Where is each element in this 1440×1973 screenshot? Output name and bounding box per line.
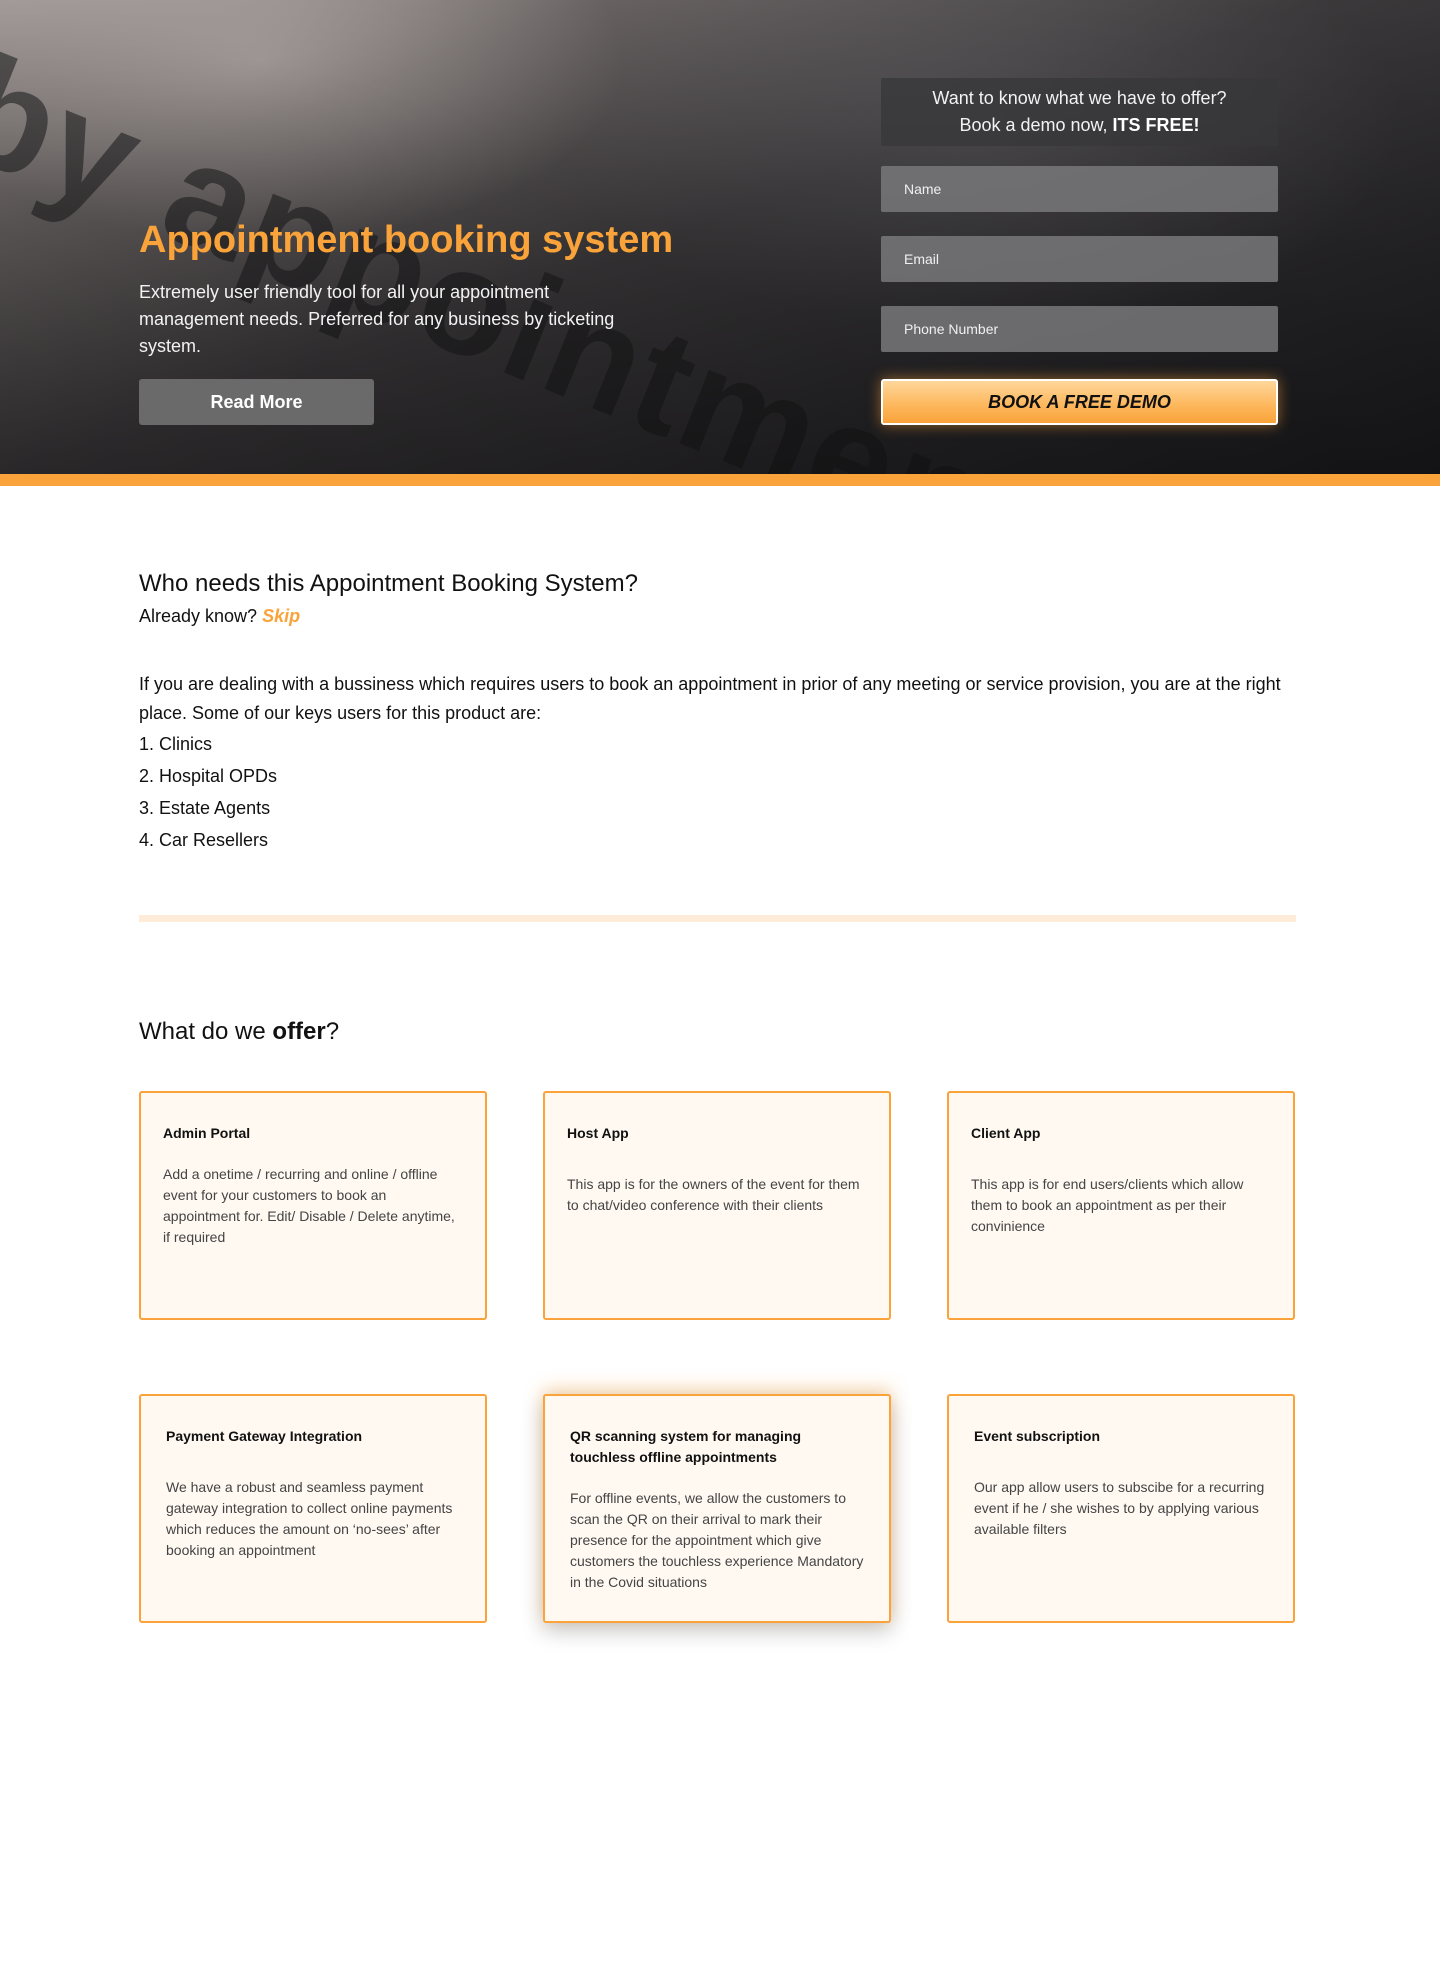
card-title: Host App [567, 1125, 629, 1141]
demo-form-heading-prefix: Book a demo now, [959, 115, 1113, 135]
hero-title: Appointment booking system [139, 219, 674, 261]
card-body: This app is for the owners of the event … [567, 1176, 860, 1213]
who-needs-title: Who needs this Appointment Booking Syste… [139, 570, 638, 597]
read-more-button[interactable]: Read More [139, 379, 374, 425]
offer-title-suffix: ? [325, 1018, 340, 1045]
feature-card-payment-gateway: Payment Gateway Integration We have a ro… [139, 1394, 487, 1623]
already-know-text: Already know? [139, 606, 263, 626]
already-know-line: Already know? Skip [139, 606, 300, 627]
section-divider [139, 915, 1296, 922]
feature-card-admin-portal: Admin Portal Add a onetime / recurring a… [139, 1091, 487, 1320]
name-input[interactable] [881, 166, 1278, 212]
card-title: Client App [971, 1125, 1041, 1141]
list-item: 4. Car Resellers [139, 830, 269, 850]
list-item: 3. Estate Agents [139, 798, 271, 818]
hero-accent-stripe [0, 474, 1440, 486]
demo-form-heading-line2: Book a demo now, ITS FREE! [881, 112, 1278, 139]
offer-title: What do we offer? [139, 1018, 339, 1046]
offer-title-bold: offer [272, 1018, 326, 1045]
feature-card-host-app: Host App This app is for the owners of t… [543, 1091, 891, 1320]
list-item: 1. Clinics [139, 734, 213, 754]
feature-card-client-app: Client App This app is for end users/cli… [947, 1091, 1295, 1320]
card-title: QR scanning system for managing touchles… [570, 1428, 802, 1465]
card-body: For offline events, we allow the custome… [570, 1490, 864, 1590]
card-title: Event subscription [974, 1428, 1101, 1444]
feature-card-event-subscription: Event subscription Our app allow users t… [947, 1394, 1295, 1623]
demo-form-heading-free: ITS FREE! [1112, 115, 1200, 135]
demo-form: Want to know what we have to offer? Book… [881, 78, 1278, 425]
feature-card-qr-scanning: QR scanning system for managing touchles… [543, 1394, 891, 1623]
list-item: 2. Hospital OPDs [139, 766, 278, 786]
card-title: Admin Portal [163, 1125, 251, 1141]
card-body: Add a onetime / recurring and online / o… [163, 1166, 455, 1245]
book-demo-button[interactable]: BOOK A FREE DEMO [881, 379, 1278, 425]
phone-input[interactable] [881, 306, 1278, 352]
card-title: Payment Gateway Integration [166, 1428, 363, 1444]
skip-link[interactable]: Skip [262, 606, 300, 626]
demo-form-heading: Want to know what we have to offer? Book… [881, 78, 1278, 146]
hero-banner: by appointment Appointment booking syste… [0, 0, 1440, 474]
who-needs-description: If you are dealing with a bussiness whic… [139, 674, 1281, 723]
card-body: Our app allow users to subscibe for a re… [974, 1479, 1265, 1537]
key-users-list: 1. Clinics 2. Hospital OPDs 3. Estate Ag… [139, 728, 277, 856]
offer-title-prefix: What do we [139, 1018, 273, 1045]
hero-description: Extremely user friendly tool for all you… [139, 282, 615, 356]
demo-form-heading-line1: Want to know what we have to offer? [932, 88, 1227, 108]
card-body: This app is for end users/clients which … [971, 1176, 1244, 1234]
email-input[interactable] [881, 236, 1278, 282]
card-body: We have a robust and seamless payment ga… [166, 1479, 453, 1558]
